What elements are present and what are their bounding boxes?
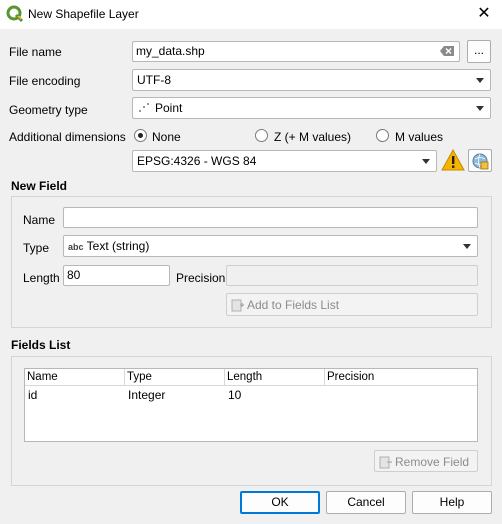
fields-table[interactable]: Name Type Length Precision id Integer 10	[24, 368, 478, 442]
cell-name: id	[28, 388, 38, 402]
ok-button[interactable]: OK	[240, 491, 320, 514]
radio-m-values[interactable]	[376, 129, 389, 142]
close-icon[interactable]: ✕	[472, 4, 496, 24]
column-header-precision[interactable]: Precision	[325, 369, 477, 385]
field-name-input[interactable]	[63, 207, 478, 228]
column-header-name[interactable]: Name	[25, 369, 125, 385]
text-type-icon: abc	[68, 242, 84, 252]
help-button[interactable]: Help	[412, 491, 492, 514]
globe-icon	[472, 153, 489, 170]
remove-field-icon	[379, 455, 393, 469]
cell-type: Integer	[128, 388, 166, 402]
name-label: Name	[23, 213, 56, 227]
column-header-length[interactable]: Length	[225, 369, 325, 385]
field-type-select[interactable]: abc Text (string)	[63, 235, 478, 257]
column-header-type[interactable]: Type	[125, 369, 225, 385]
length-label: Length	[23, 271, 60, 285]
file-name-label: File name	[9, 45, 62, 59]
add-to-fields-list-button[interactable]: Add to Fields List	[226, 293, 478, 316]
cell-length: 10	[228, 388, 242, 402]
add-field-icon	[231, 298, 245, 312]
file-name-value: my_data.shp	[136, 44, 205, 58]
length-input[interactable]: 80	[63, 265, 170, 286]
warning-icon	[441, 148, 465, 171]
geometry-type-label: Geometry type	[9, 103, 88, 117]
additional-dimensions-label: Additional dimensions	[9, 130, 126, 144]
remove-field-button[interactable]: Remove Field	[374, 450, 478, 472]
crs-value: EPSG:4326 - WGS 84	[137, 154, 257, 168]
chevron-down-icon	[422, 159, 430, 164]
table-header: Name Type Length Precision	[25, 369, 477, 386]
radio-none[interactable]	[134, 129, 147, 142]
cancel-button[interactable]: Cancel	[326, 491, 406, 514]
browse-button[interactable]: ...	[467, 40, 491, 63]
precision-input[interactable]	[226, 265, 478, 286]
length-value: 80	[67, 268, 81, 282]
file-encoding-label: File encoding	[9, 74, 81, 88]
field-type-value: Text (string)	[86, 239, 150, 253]
point-geometry-icon	[138, 102, 150, 114]
geometry-type-select[interactable]: Point	[132, 97, 491, 119]
radio-z-m-values-label[interactable]: Z (+ M values)	[274, 130, 351, 144]
file-encoding-value: UTF-8	[137, 73, 171, 87]
chevron-down-icon	[476, 106, 484, 111]
crs-select[interactable]: EPSG:4326 - WGS 84	[132, 150, 437, 172]
qgis-logo-icon	[6, 5, 24, 23]
remove-field-label: Remove Field	[395, 455, 470, 469]
table-row[interactable]: id Integer 10	[25, 386, 477, 404]
chevron-down-icon	[476, 78, 484, 83]
fields-list-title: Fields List	[11, 338, 71, 352]
radio-none-label[interactable]: None	[152, 130, 181, 144]
radio-m-values-label[interactable]: M values	[395, 130, 443, 144]
add-to-fields-list-label: Add to Fields List	[247, 298, 340, 312]
window-title: New Shapefile Layer	[28, 7, 139, 21]
geometry-type-value: Point	[155, 101, 183, 115]
clear-icon[interactable]	[440, 45, 454, 56]
file-name-input[interactable]: my_data.shp	[132, 41, 460, 62]
new-field-title: New Field	[11, 179, 68, 193]
file-encoding-select[interactable]: UTF-8	[132, 69, 491, 91]
type-label: Type	[23, 241, 50, 255]
radio-selected-dot	[138, 133, 143, 138]
select-crs-button[interactable]	[468, 149, 492, 172]
chevron-down-icon	[463, 244, 471, 249]
precision-label: Precision	[176, 271, 226, 285]
radio-z-m-values[interactable]	[255, 129, 268, 142]
